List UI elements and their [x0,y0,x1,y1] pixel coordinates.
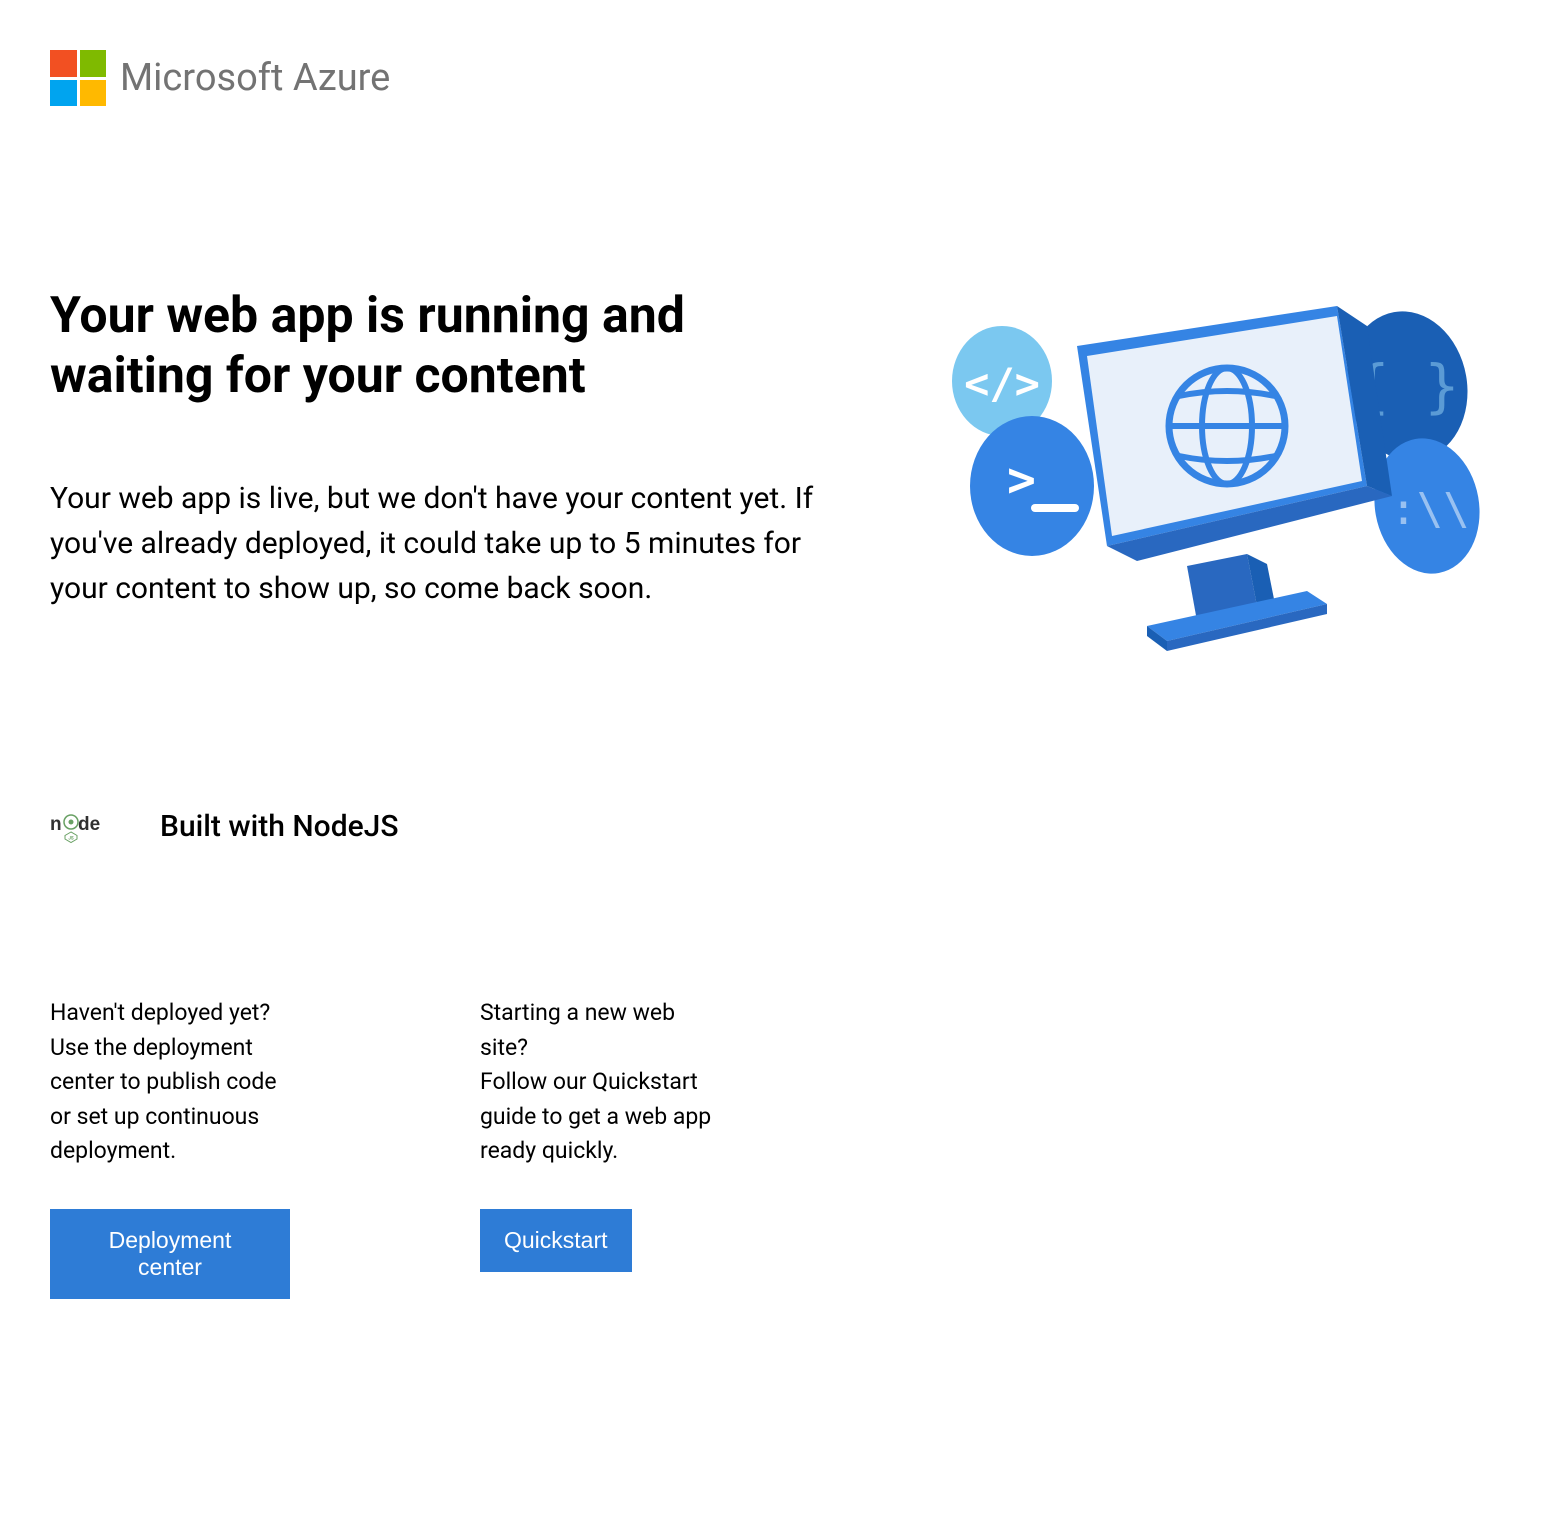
deployment-center-button[interactable]: Deployment center [50,1209,290,1299]
brand-text: Microsoft Azure [120,56,390,100]
svg-text:</>: </> [964,359,1040,408]
page-title: Your web app is running and waiting for … [50,286,830,406]
nodejs-logo-icon: n de JS [50,806,150,846]
svg-text:de: de [78,814,100,835]
quickstart-button[interactable]: Quickstart [480,1209,632,1272]
main-content: Your web app is running and waiting for … [50,286,1503,686]
illustration-column: { } :\\ [910,286,1503,686]
cards-row: Haven't deployed yet? Use the deployment… [50,996,1503,1299]
card-title: Haven't deployed yet? [50,996,290,1031]
text-column: Your web app is running and waiting for … [50,286,830,686]
card-description: Follow our Quickstart guide to get a web… [480,1065,720,1169]
web-app-illustration-icon: { } :\\ [927,286,1487,686]
svg-text::\\: :\\ [1390,484,1469,535]
svg-text:JS: JS [68,836,74,842]
built-with: n de JS Built with NodeJS [50,806,1503,846]
page-description: Your web app is live, but we don't have … [50,476,830,611]
card-description: Use the deployment center to publish cod… [50,1031,290,1169]
microsoft-logo-icon [50,50,106,106]
deployment-card: Haven't deployed yet? Use the deployment… [50,996,290,1299]
header: Microsoft Azure [50,50,1503,106]
card-title: Starting a new web site? [480,996,720,1065]
quickstart-card: Starting a new web site? Follow our Quic… [480,996,720,1299]
built-with-label: Built with NodeJS [160,809,399,844]
svg-text:n: n [50,814,62,835]
svg-text:>: > [1007,452,1036,508]
